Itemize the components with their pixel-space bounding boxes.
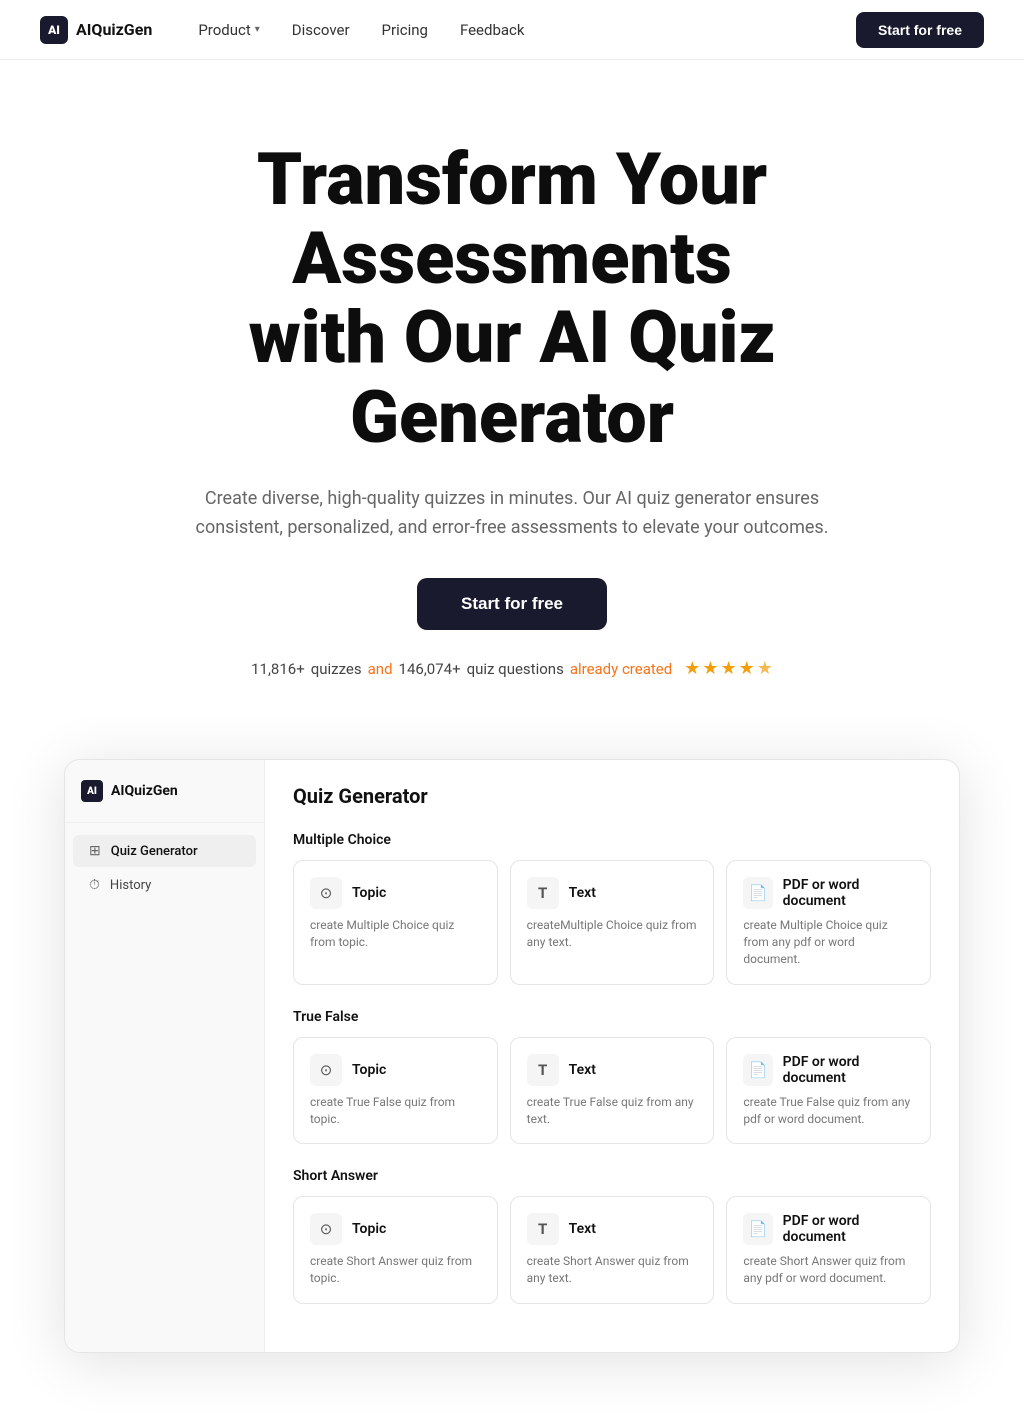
quizzes-count: 11,816+ <box>251 660 305 678</box>
card-sa-text[interactable]: T Text create Short Answer quiz from any… <box>510 1196 715 1304</box>
sidebar: AI AIQuizGen ⊞ Quiz Generator ⏱ History <box>65 760 265 1352</box>
star-3: ★ <box>720 658 736 679</box>
hero-heading: Transform Your Assessments with Our AI Q… <box>102 140 922 457</box>
sidebar-logo-text: AIQuizGen <box>111 783 178 799</box>
navbar: AI AIQuizGen Product ▾ Discover Pricing … <box>0 0 1024 60</box>
card-tf-text-title: Text <box>569 1062 596 1078</box>
connector: and <box>368 660 393 678</box>
sa-text-icon: T <box>527 1213 559 1245</box>
card-sa-topic-title: Topic <box>352 1221 386 1237</box>
card-sa-topic[interactable]: ⊙ Topic create Short Answer quiz from to… <box>293 1196 498 1304</box>
sidebar-logo-icon: AI <box>81 780 103 802</box>
quizzes-label: quizzes <box>311 660 362 678</box>
nav-link-discover[interactable]: Discover <box>278 15 364 45</box>
logo-icon: AI <box>40 16 68 44</box>
card-tf-pdf[interactable]: 📄 PDF or word document create True False… <box>726 1037 931 1145</box>
nav-left: AI AIQuizGen Product ▾ Discover Pricing … <box>40 15 539 45</box>
sa-pdf-icon: 📄 <box>743 1213 772 1245</box>
sidebar-logo: AI AIQuizGen <box>65 780 264 823</box>
sa-topic-icon: ⊙ <box>310 1213 342 1245</box>
card-sa-pdf-desc: create Short Answer quiz from any pdf or… <box>743 1253 914 1287</box>
mc-card-grid: ⊙ Topic create Multiple Choice quiz from… <box>293 860 931 984</box>
card-mc-topic-title: Topic <box>352 885 386 901</box>
tf-card-grid: ⊙ Topic create True False quiz from topi… <box>293 1037 931 1145</box>
app-preview: AI AIQuizGen ⊞ Quiz Generator ⏱ History … <box>64 759 960 1353</box>
card-mc-text-title: Text <box>569 885 596 901</box>
nav-links: Product ▾ Discover Pricing Feedback <box>184 15 538 45</box>
card-tf-text[interactable]: T Text create True False quiz from any t… <box>510 1037 715 1145</box>
section-label-mc: Multiple Choice <box>293 832 931 848</box>
star-half: ★ <box>757 658 773 679</box>
sidebar-item-history-label: History <box>110 878 151 893</box>
section-label-sa: Short Answer <box>293 1168 931 1184</box>
card-mc-pdf-title: PDF or word document <box>783 877 914 909</box>
questions-label: quiz questions <box>467 660 564 678</box>
card-sa-pdf[interactable]: 📄 PDF or word document create Short Answ… <box>726 1196 931 1304</box>
main-title: Quiz Generator <box>293 784 931 808</box>
pdf-icon: 📄 <box>743 877 772 909</box>
sa-card-grid: ⊙ Topic create Short Answer quiz from to… <box>293 1196 931 1304</box>
tf-topic-icon: ⊙ <box>310 1054 342 1086</box>
grid-icon: ⊞ <box>89 843 101 859</box>
card-sa-pdf-title: PDF or word document <box>783 1213 914 1245</box>
tf-pdf-icon: 📄 <box>743 1054 772 1086</box>
card-mc-pdf-desc: create Multiple Choice quiz from any pdf… <box>743 917 914 967</box>
card-tf-pdf-desc: create True False quiz from any pdf or w… <box>743 1094 914 1128</box>
card-tf-topic-title: Topic <box>352 1062 386 1078</box>
section-label-tf: True False <box>293 1009 931 1025</box>
card-tf-topic-desc: create True False quiz from topic. <box>310 1094 481 1128</box>
already-created: already created <box>570 660 672 678</box>
hero-stats: 11,816+ quizzes and 146,074+ quiz questi… <box>102 658 922 679</box>
card-sa-text-desc: create Short Answer quiz from any text. <box>527 1253 698 1287</box>
card-sa-text-title: Text <box>569 1221 596 1237</box>
hero-subheading: Create diverse, high-quality quizzes in … <box>162 485 862 543</box>
card-tf-pdf-title: PDF or word document <box>783 1054 914 1086</box>
star-4: ★ <box>739 658 755 679</box>
questions-count: 146,074+ <box>399 660 461 678</box>
main-content: Quiz Generator Multiple Choice ⊙ Topic c… <box>265 760 959 1352</box>
nav-link-feedback[interactable]: Feedback <box>446 15 539 45</box>
chevron-down-icon: ▾ <box>255 24 260 35</box>
card-mc-topic-desc: create Multiple Choice quiz from topic. <box>310 917 481 951</box>
topic-icon: ⊙ <box>310 877 342 909</box>
card-tf-topic[interactable]: ⊙ Topic create True False quiz from topi… <box>293 1037 498 1145</box>
card-mc-pdf[interactable]: 📄 PDF or word document create Multiple C… <box>726 860 931 984</box>
nav-link-product[interactable]: Product ▾ <box>184 15 273 45</box>
nav-link-pricing[interactable]: Pricing <box>368 15 442 45</box>
card-tf-text-desc: create True False quiz from any text. <box>527 1094 698 1128</box>
text-icon: T <box>527 877 559 909</box>
logo[interactable]: AI AIQuizGen <box>40 16 152 44</box>
card-mc-text-desc: createMultiple Choice quiz from any text… <box>527 917 698 951</box>
star-rating: ★ ★ ★ ★ ★ <box>684 658 773 679</box>
preview-inner: AI AIQuizGen ⊞ Quiz Generator ⏱ History … <box>65 760 959 1352</box>
logo-text: AIQuizGen <box>76 20 152 39</box>
star-1: ★ <box>684 658 700 679</box>
sidebar-item-quiz-generator[interactable]: ⊞ Quiz Generator <box>73 835 256 867</box>
star-2: ★ <box>702 658 718 679</box>
sidebar-item-history[interactable]: ⏱ History <box>73 869 256 901</box>
card-mc-topic[interactable]: ⊙ Topic create Multiple Choice quiz from… <box>293 860 498 984</box>
hero-cta-button[interactable]: Start for free <box>417 578 607 630</box>
sidebar-item-quiz-label: Quiz Generator <box>111 844 198 859</box>
history-icon: ⏱ <box>89 877 100 893</box>
card-mc-text[interactable]: T Text createMultiple Choice quiz from a… <box>510 860 715 984</box>
nav-cta-button[interactable]: Start for free <box>856 12 984 48</box>
card-sa-topic-desc: create Short Answer quiz from topic. <box>310 1253 481 1287</box>
tf-text-icon: T <box>527 1054 559 1086</box>
hero-section: Transform Your Assessments with Our AI Q… <box>62 60 962 739</box>
